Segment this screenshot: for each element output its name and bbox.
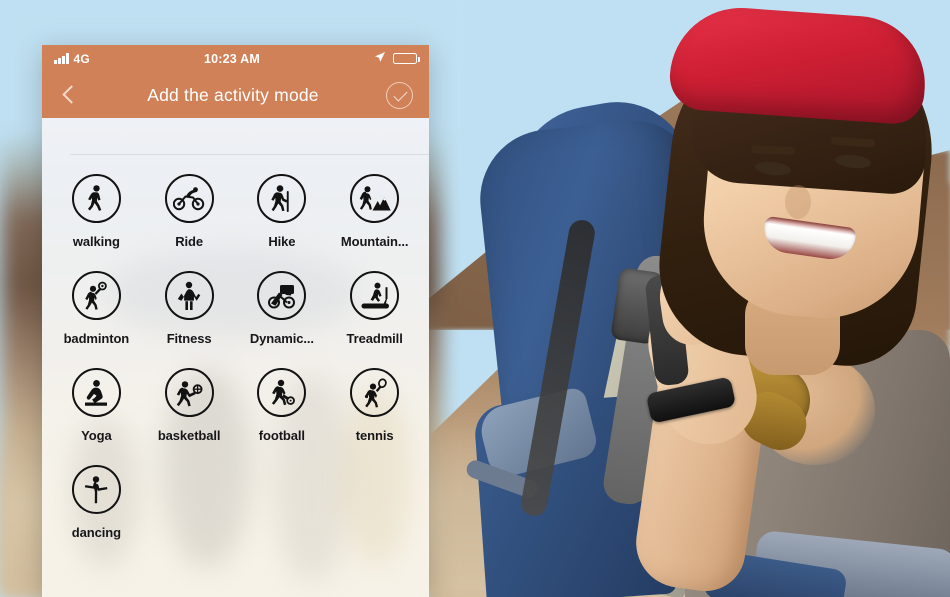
activity-label: Dynamic... [249,331,314,346]
confirm-button[interactable] [386,81,413,109]
activity-label: tennis [355,428,394,443]
activity-item-dynamic-cycling[interactable]: Dynamic... [236,271,329,346]
activity-label: football [258,428,305,443]
page-title: Add the activity mode [147,84,319,105]
yoga-icon [71,368,121,417]
football-icon [257,368,307,417]
hiking-icon [257,174,307,223]
dancing-icon [71,465,121,514]
status-bar-right [374,51,420,66]
navigation-bar: Add the activity mode [42,72,429,118]
tennis-icon [350,368,400,417]
activity-label: Mountain... [340,234,409,249]
activity-label: Treadmill [346,331,403,346]
status-bar-left: 4G [54,52,90,66]
fitness-icon [164,271,214,320]
activity-item-badminton[interactable]: badminton [50,271,143,346]
activity-item-ride[interactable]: Ride [143,174,236,249]
hiker-subject [455,0,950,597]
activity-label: dancing [71,525,121,540]
status-bar-clock: 10:23 AM [203,51,260,66]
nose [785,185,811,219]
activity-label: Yoga [81,428,112,443]
activity-item-tennis[interactable]: tennis [328,368,421,443]
phone-mockup: 4G 10:23 AM Add the activity mode walkin… [42,45,429,597]
mountaineering-icon [350,174,400,223]
activity-item-football[interactable]: football [236,368,329,443]
activity-item-walking[interactable]: walking [50,174,143,249]
activity-item-basketball[interactable]: basketball [143,368,236,443]
activity-item-treadmill[interactable]: Treadmill [328,271,421,346]
red-headband [667,3,930,126]
activity-label: Fitness [166,331,212,346]
treadmill-icon [350,271,400,320]
section-divider [70,154,429,155]
activity-item-mountaineering[interactable]: Mountain... [328,174,421,249]
basketball-icon [164,368,214,417]
cycling-icon [164,174,214,223]
activity-item-fitness[interactable]: Fitness [143,271,236,346]
activity-item-yoga[interactable]: Yoga [50,368,143,443]
activity-label: basketball [157,428,221,443]
network-label: 4G [73,51,90,66]
status-bar: 4G 10:23 AM [42,45,429,72]
badminton-icon [71,271,121,320]
activity-label: Hike [268,234,296,249]
activity-list-screen: walking Ride Hike Mountain... badminton … [42,118,429,597]
dynamic-cycling-icon [257,271,307,320]
eyebrow-left [750,145,796,155]
activity-label: walking [72,234,120,249]
activity-label: badminton [63,331,130,346]
activity-grid: walking Ride Hike Mountain... badminton … [42,174,429,540]
signal-bars-icon [54,53,69,64]
battery-icon [393,53,420,64]
location-arrow-icon [374,51,386,66]
walking-icon [71,174,121,223]
activity-item-dancing[interactable]: dancing [50,465,143,540]
activity-label: Ride [175,234,204,249]
back-button[interactable] [58,84,80,106]
activity-item-hike[interactable]: Hike [236,174,329,249]
